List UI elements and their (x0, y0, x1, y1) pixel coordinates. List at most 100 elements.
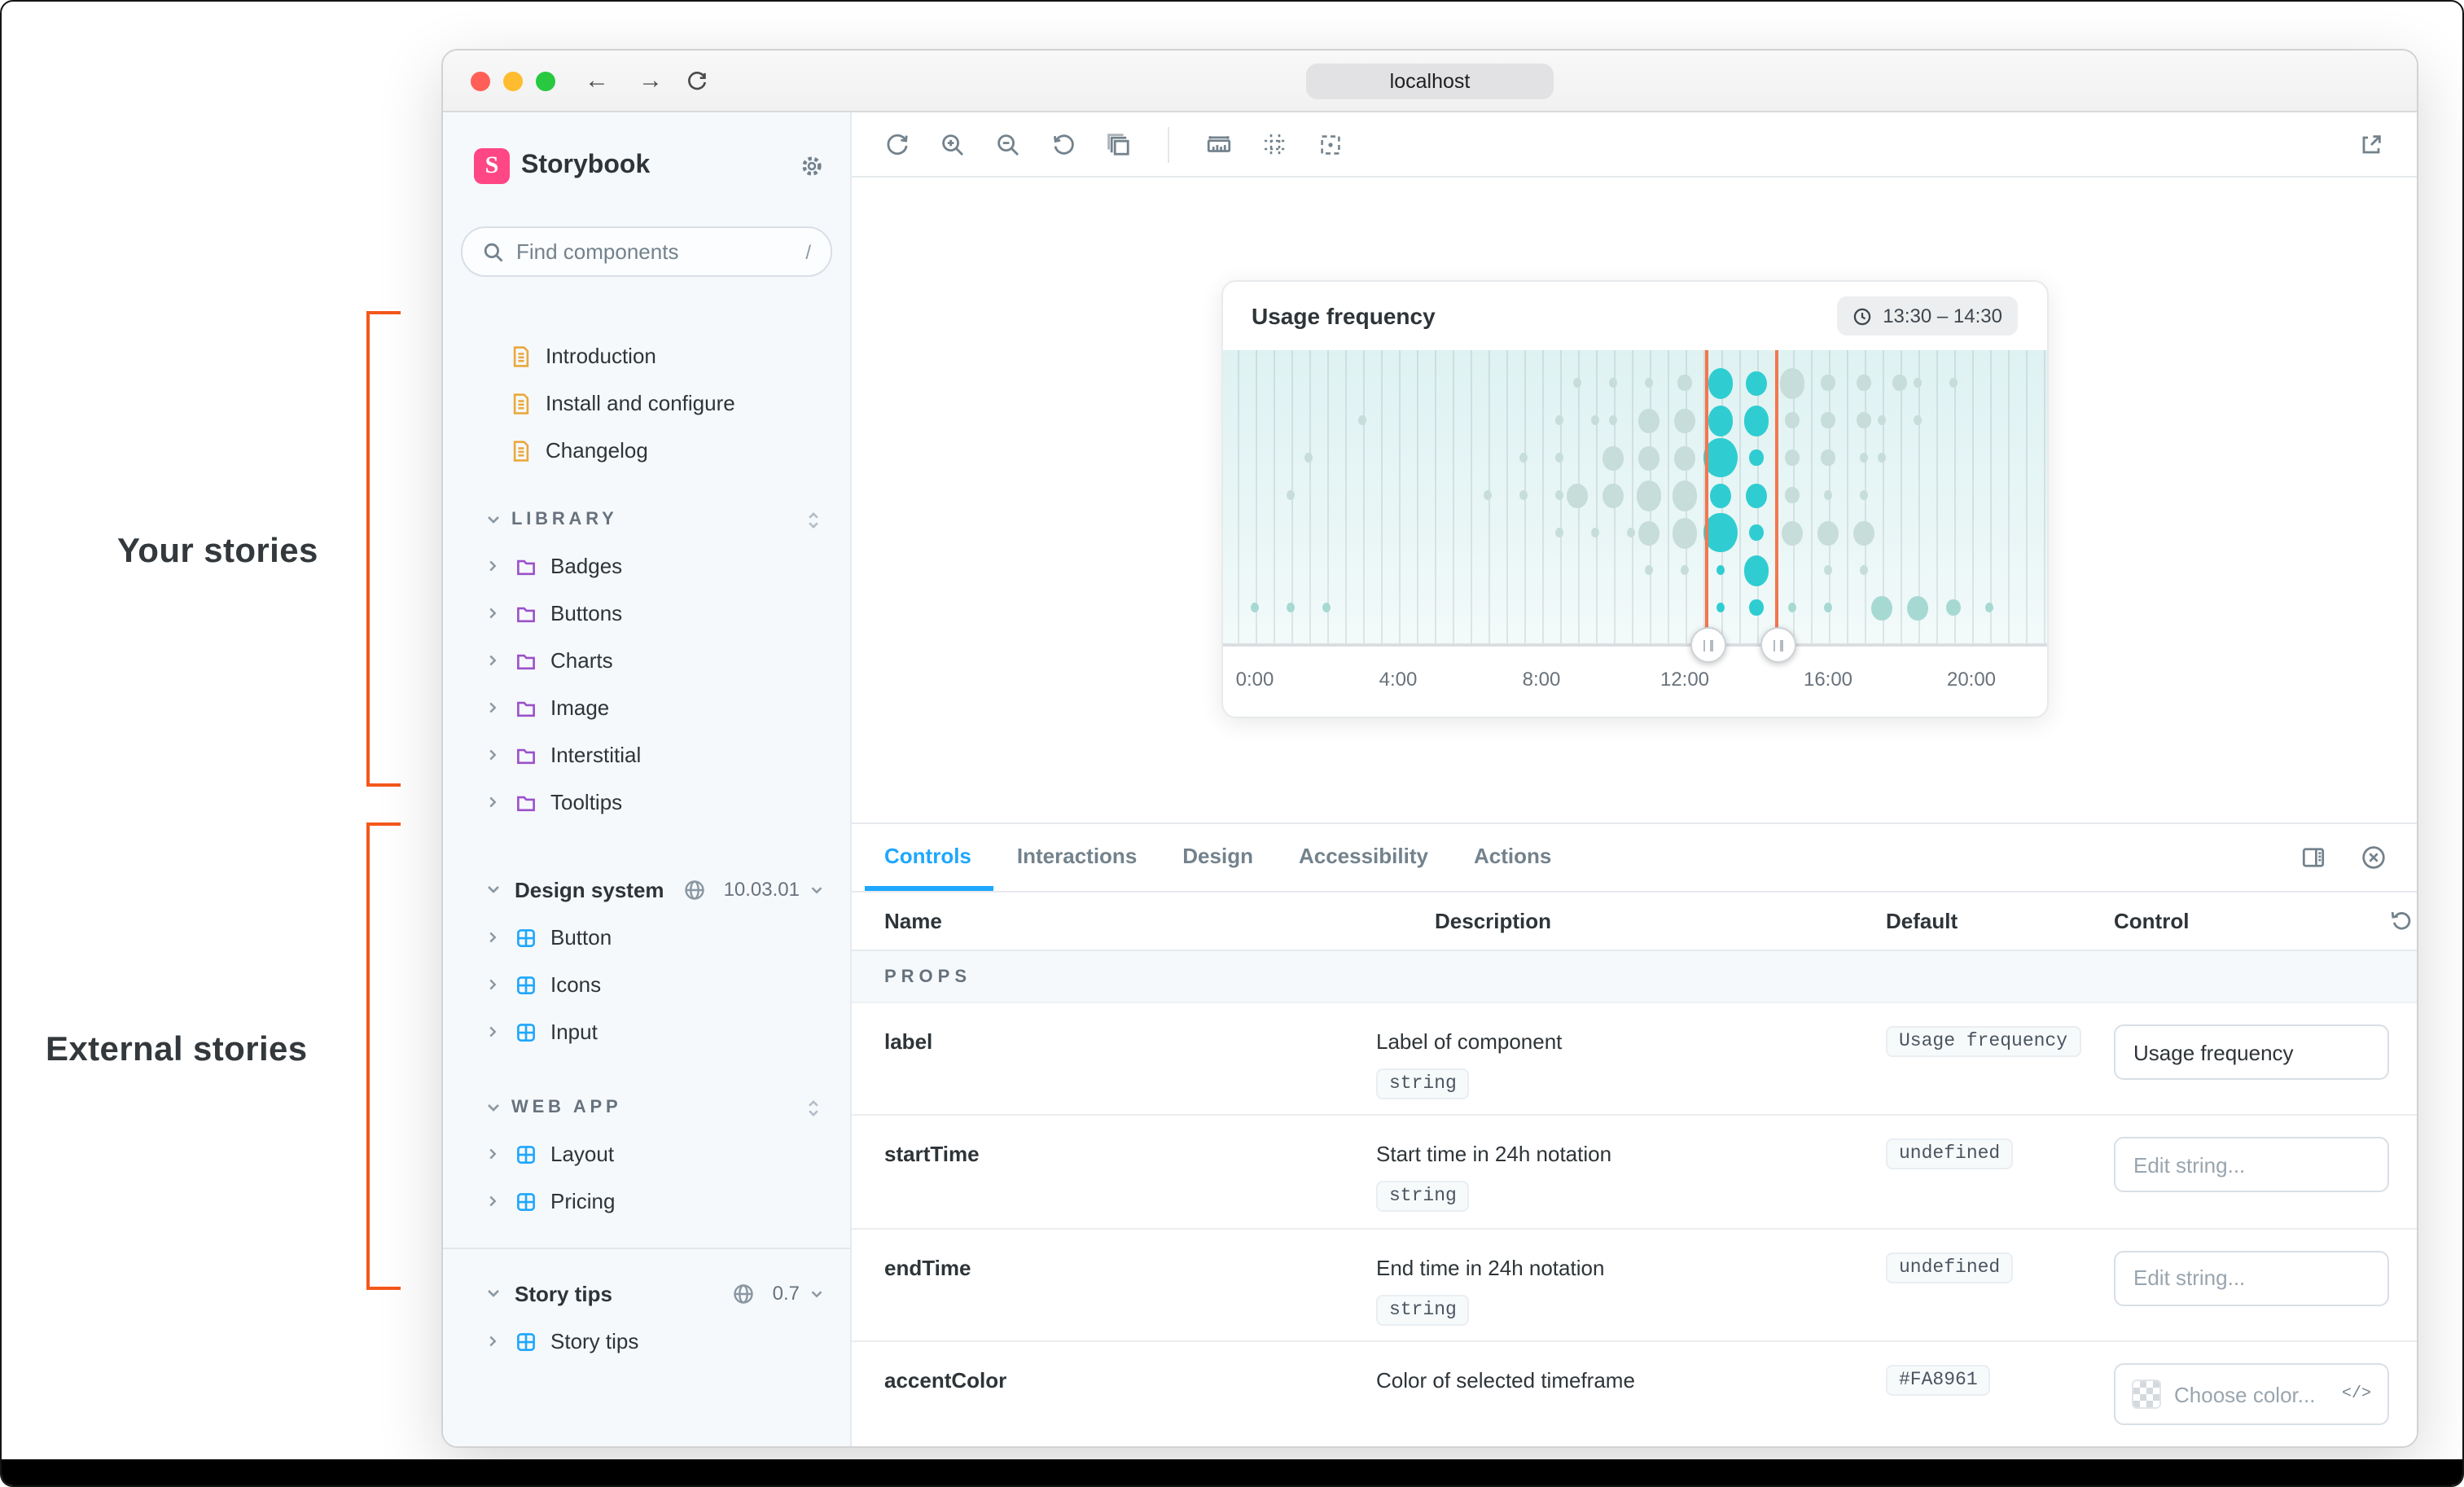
bubble (1636, 480, 1662, 511)
tab-actions[interactable]: Actions (1451, 824, 1574, 891)
code-icon[interactable]: </> (2342, 1385, 2371, 1403)
bubble (1602, 483, 1623, 507)
section-header-library[interactable]: LIBRARY (443, 497, 850, 542)
bottom-black-bar (2, 1459, 2462, 1485)
bubble (1750, 524, 1764, 541)
sidebar-item-icons[interactable]: Icons (443, 961, 850, 1008)
measure-icon[interactable] (1205, 130, 1233, 158)
grid-icon[interactable] (1262, 131, 1288, 157)
bubble (1555, 528, 1563, 537)
chevron-right-icon (484, 746, 503, 764)
gridline (1398, 350, 1400, 643)
bubble (1573, 378, 1581, 388)
time-range-badge: 13:30 – 14:30 (1837, 296, 2017, 336)
tab-interactions[interactable]: Interactions (994, 824, 1160, 891)
gear-icon[interactable] (800, 153, 824, 179)
outline-icon[interactable] (1317, 131, 1344, 157)
bubble (1878, 453, 1886, 463)
sidebar-item-layout[interactable]: Layout (443, 1130, 850, 1178)
folder-icon (515, 649, 539, 672)
time-axis: 0:004:008:0012:0016:0020:00 (1222, 647, 2046, 717)
gridline (1470, 350, 1471, 643)
address-bar[interactable]: localhost (1306, 63, 1554, 99)
bubble (1609, 415, 1617, 425)
sidebar-item-story-tips[interactable]: Story tips (443, 1318, 850, 1365)
bubble (1555, 453, 1563, 463)
gridline (1506, 350, 1507, 643)
collapse-all-icon[interactable] (803, 509, 827, 530)
sidebar-item-introduction[interactable]: Introduction (443, 332, 850, 379)
sidebar-item-badges[interactable]: Badges (443, 542, 850, 590)
close-panel-icon[interactable] (2343, 824, 2417, 891)
maximize-window-button[interactable] (536, 71, 555, 90)
bubble (1871, 595, 1892, 620)
chevron-down-icon (484, 510, 503, 529)
back-button[interactable]: ← (585, 68, 609, 93)
version-selector[interactable]: 0.7 (773, 1282, 800, 1305)
annotation-your-stories: Your stories (117, 533, 318, 572)
bubble (1743, 405, 1769, 436)
reset-controls-button[interactable] (2389, 909, 2418, 933)
sidebar-item-label: Charts (550, 648, 613, 673)
gridline (1971, 350, 1973, 643)
story-container-icon[interactable] (1106, 131, 1132, 157)
bubble (1567, 483, 1587, 507)
zoom-reset-icon[interactable] (1050, 131, 1076, 157)
range-slider-handle[interactable] (1760, 627, 1795, 663)
toolbar-divider (1168, 126, 1169, 162)
control-text-input-starttime[interactable] (2114, 1138, 2389, 1193)
gridline (1434, 350, 1436, 643)
tab-controls[interactable]: Controls (865, 824, 994, 891)
gridline (1380, 350, 1382, 643)
gridline (1936, 350, 1937, 643)
sidebar-item-buttons[interactable]: Buttons (443, 590, 850, 637)
prop-description: Label of component (1376, 1029, 1562, 1054)
forward-button[interactable]: → (638, 68, 663, 93)
browser-window: ← → localhost S Storybook (441, 49, 2418, 1448)
minimize-window-button[interactable] (503, 71, 523, 90)
sidebar-item-charts[interactable]: Charts (443, 637, 850, 684)
reload-button[interactable] (686, 69, 708, 92)
zoom-out-icon[interactable] (995, 131, 1021, 157)
gridline (1344, 350, 1346, 643)
color-swatch-icon (2132, 1380, 2161, 1409)
bubble (1824, 490, 1832, 500)
table-row: accentColor Color of selected timeframe … (852, 1342, 2417, 1446)
document-icon (510, 439, 534, 462)
gridline (1309, 350, 1310, 643)
chevron-down-icon[interactable] (808, 880, 827, 898)
bubble (1638, 445, 1659, 470)
chevron-down-icon[interactable] (808, 1284, 827, 1302)
sidebar-item-image[interactable]: Image (443, 684, 850, 731)
sidebar-item-pricing[interactable]: Pricing (443, 1178, 850, 1225)
version-selector[interactable]: 10.03.01 (724, 878, 800, 901)
bubble (1746, 483, 1766, 507)
control-text-input-endtime[interactable] (2114, 1250, 2389, 1305)
open-external-icon[interactable] (2358, 131, 2384, 157)
folder-icon (515, 602, 539, 625)
screenshot-stage: Your stories External stories ← → localh… (0, 0, 2464, 1487)
storybook-sidebar: S Storybook Find components / In (443, 112, 852, 1446)
sidebar-item-input[interactable]: Input (443, 1008, 850, 1055)
sidebar-item-button[interactable]: Button (443, 914, 850, 961)
panel-position-icon[interactable] (2283, 824, 2343, 891)
section-header-story-tips[interactable]: Story tips 0.7 (443, 1269, 850, 1318)
section-header-design-system[interactable]: Design system 10.03.01 (443, 865, 850, 914)
search-input[interactable]: Find components / (461, 226, 832, 277)
close-window-button[interactable] (471, 71, 490, 90)
prop-default-chip: undefined (1886, 1252, 2013, 1283)
tab-accessibility[interactable]: Accessibility (1276, 824, 1451, 891)
clock-icon (1852, 305, 1873, 327)
control-text-input-label[interactable] (2114, 1024, 2389, 1080)
choose-color-button[interactable]: Choose color... </> (2114, 1363, 2389, 1425)
remount-icon[interactable] (884, 131, 910, 157)
sidebar-item-tooltips[interactable]: Tooltips (443, 779, 850, 826)
sidebar-item-changelog[interactable]: Changelog (443, 427, 850, 474)
sidebar-item-interstitial[interactable]: Interstitial (443, 731, 850, 779)
prop-default-chip: undefined (1886, 1139, 2013, 1170)
zoom-in-icon[interactable] (940, 131, 966, 157)
sidebar-item-install-and-configure[interactable]: Install and configure (443, 379, 850, 427)
tab-design[interactable]: Design (1160, 824, 1276, 891)
collapse-all-icon[interactable] (803, 1097, 827, 1118)
section-header-web-app[interactable]: WEB APP (443, 1085, 850, 1130)
